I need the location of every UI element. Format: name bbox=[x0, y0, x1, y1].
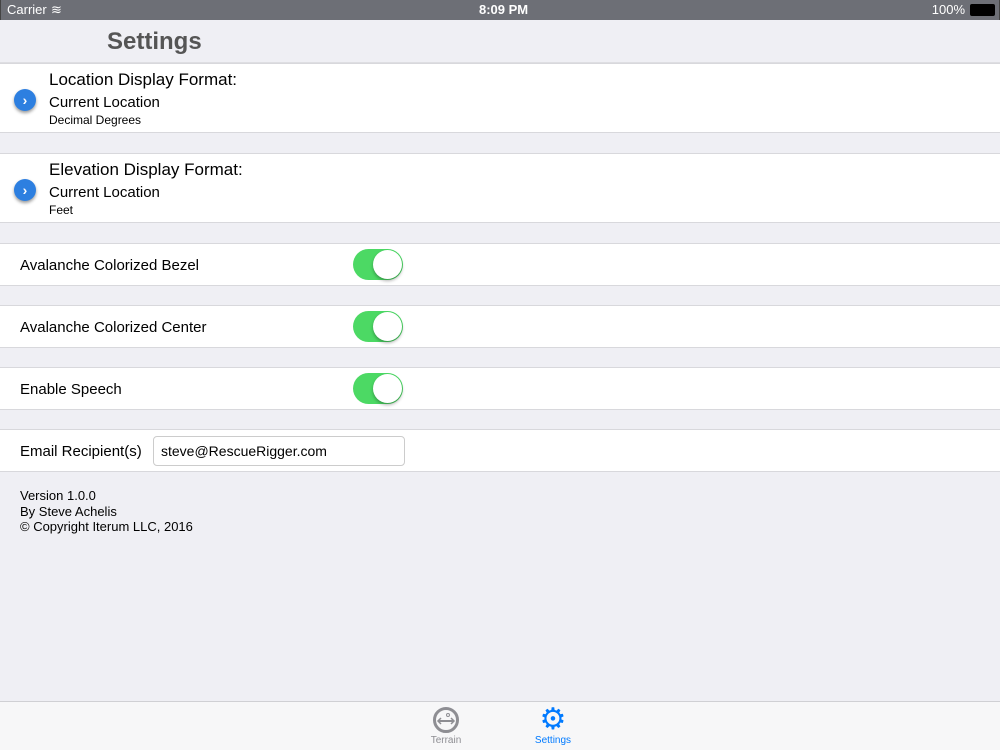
toggle-row-bezel: Avalanche Colorized Bezel bbox=[0, 243, 1000, 286]
elevation-title: Elevation Display Format: bbox=[49, 160, 243, 179]
tab-bar: Terrain ⚙ Settings bbox=[0, 701, 1000, 750]
app-info: Version 1.0.0 By Steve Achelis © Copyrig… bbox=[0, 472, 1000, 551]
gear-icon: ⚙ bbox=[539, 703, 567, 736]
elevation-subtitle: Current Location bbox=[49, 184, 160, 201]
elevation-value: Feet bbox=[49, 203, 74, 217]
clock: 8:09 PM bbox=[479, 2, 529, 17]
tab-label: Terrain bbox=[430, 735, 462, 746]
center-toggle[interactable] bbox=[353, 311, 403, 342]
email-input[interactable] bbox=[153, 436, 405, 466]
disclosure-icon[interactable]: › bbox=[14, 89, 36, 111]
elevation-format-row[interactable]: › Elevation Display Format: Current Loca… bbox=[0, 153, 1000, 223]
toggle-label: Avalanche Colorized Center bbox=[20, 319, 207, 336]
page-title: Settings bbox=[107, 28, 202, 55]
disclosure-icon[interactable]: › bbox=[14, 179, 36, 201]
toggle-row-speech: Enable Speech bbox=[0, 367, 1000, 410]
copyright-text: © Copyright Iterum LLC, 2016 bbox=[20, 519, 193, 534]
speech-toggle[interactable] bbox=[353, 373, 403, 404]
author-text: By Steve Achelis bbox=[20, 503, 117, 519]
battery-percent: 100% bbox=[931, 2, 965, 17]
tab-label: Settings bbox=[534, 735, 572, 746]
email-label: Email Recipient(s) bbox=[20, 443, 142, 460]
carrier: Carrier bbox=[7, 2, 47, 17]
wifi-icon: ≋ bbox=[51, 2, 62, 17]
terrain-icon bbox=[406, 705, 486, 735]
location-subtitle: Current Location bbox=[49, 94, 160, 111]
toggle-label: Enable Speech bbox=[20, 381, 122, 398]
nav-bar: Settings bbox=[0, 20, 1000, 63]
battery-icon bbox=[970, 4, 995, 16]
tab-terrain[interactable]: Terrain bbox=[406, 705, 486, 746]
location-value: Decimal Degrees bbox=[49, 113, 142, 127]
location-format-row[interactable]: › Location Display Format: Current Locat… bbox=[0, 63, 1000, 133]
tab-settings[interactable]: ⚙ Settings bbox=[513, 703, 593, 747]
location-title: Location Display Format: bbox=[49, 70, 238, 89]
toggle-row-center: Avalanche Colorized Center bbox=[0, 305, 1000, 348]
version-text: Version 1.0.0 bbox=[20, 488, 96, 503]
status-bar: Carrier ≋ 8:09 PM 100% bbox=[0, 0, 1000, 20]
toggle-label: Avalanche Colorized Bezel bbox=[20, 257, 199, 274]
bezel-toggle[interactable] bbox=[353, 249, 403, 280]
email-row: Email Recipient(s) bbox=[0, 429, 1000, 472]
